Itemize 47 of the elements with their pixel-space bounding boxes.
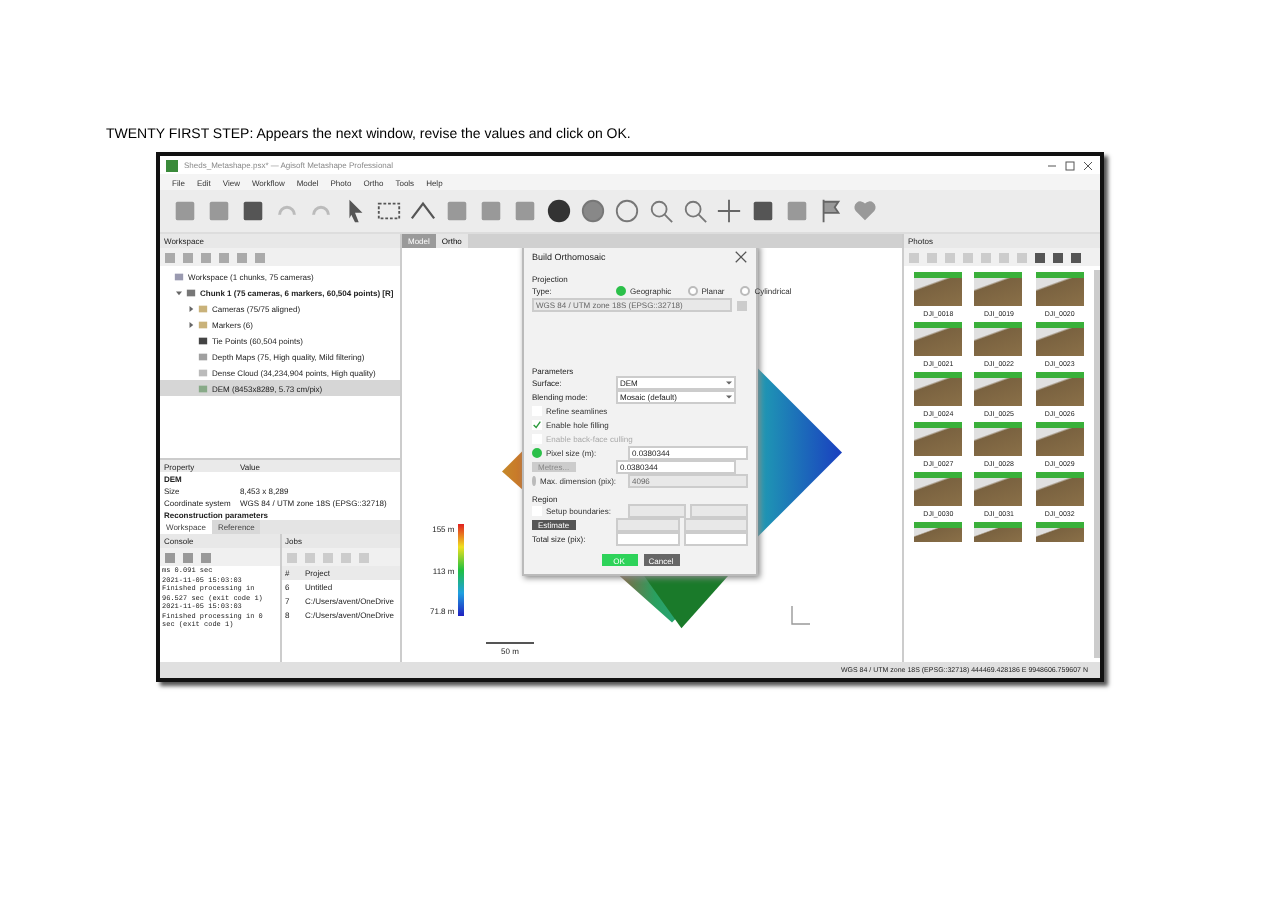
collapsed-arrow-icon[interactable] <box>188 305 194 311</box>
photo-placeholder[interactable] <box>914 272 963 306</box>
close-icon[interactable] <box>734 250 748 264</box>
photo-placeholder[interactable] <box>914 322 963 356</box>
photo-placeholder[interactable] <box>914 372 963 406</box>
photo-placeholder[interactable] <box>914 522 963 542</box>
photo-placeholder[interactable] <box>974 272 1023 306</box>
photo-placeholder[interactable] <box>974 422 1023 456</box>
sphere-icon[interactable] <box>546 198 572 224</box>
minimize-icon[interactable] <box>1046 159 1058 171</box>
input-field[interactable] <box>684 518 748 532</box>
axes-icon <box>788 604 812 628</box>
photo-placeholder[interactable] <box>974 472 1023 506</box>
checkmark-icon <box>532 420 542 430</box>
photo-placeholder[interactable] <box>1035 272 1084 306</box>
polyline-icon[interactable] <box>410 198 436 224</box>
input-field[interactable] <box>628 504 686 518</box>
app-logo-icon <box>166 159 178 171</box>
heart-icon[interactable] <box>852 198 878 224</box>
photo-placeholder[interactable] <box>974 372 1023 406</box>
maximize-icon[interactable] <box>1064 159 1076 171</box>
expanded-arrow-icon[interactable] <box>176 289 182 295</box>
photo-placeholder[interactable] <box>1035 472 1084 506</box>
rect-select-icon[interactable] <box>376 198 402 224</box>
photo-placeholder[interactable] <box>1035 422 1084 456</box>
input-field[interactable] <box>690 504 748 518</box>
photo-placeholder[interactable] <box>974 322 1023 356</box>
caret-icon <box>726 394 732 400</box>
flag-icon[interactable] <box>818 198 844 224</box>
input-field[interactable] <box>684 532 748 546</box>
zoom-in-icon[interactable] <box>648 198 674 224</box>
scrollbar[interactable] <box>1094 270 1100 658</box>
move-icon[interactable] <box>716 198 742 224</box>
photo-placeholder[interactable] <box>914 422 963 456</box>
photo-placeholder[interactable] <box>1035 522 1084 542</box>
photo-placeholder[interactable] <box>974 522 1023 542</box>
input-field[interactable] <box>616 532 680 546</box>
circle-icon[interactable] <box>614 198 640 224</box>
color-scale <box>458 524 465 616</box>
collapsed-arrow-icon[interactable] <box>188 321 194 327</box>
photo-placeholder[interactable] <box>914 472 963 506</box>
zoom-out-icon[interactable] <box>682 198 708 224</box>
photo-placeholder[interactable] <box>1035 372 1084 406</box>
close-icon[interactable] <box>1082 159 1094 171</box>
photo-placeholder[interactable] <box>1035 322 1084 356</box>
caret-icon <box>726 380 732 386</box>
input-field[interactable] <box>616 518 680 532</box>
